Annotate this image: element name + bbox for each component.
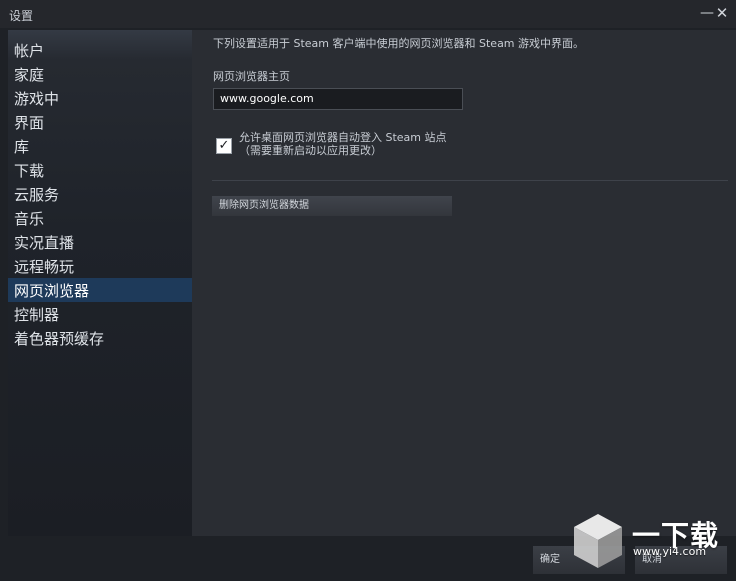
- sidebar-item-label: 音乐: [14, 210, 45, 228]
- sidebar-item-label: 游戏中: [14, 90, 60, 108]
- ok-button[interactable]: 确定: [533, 546, 625, 574]
- sidebar-item-label: 着色器预缓存: [14, 330, 105, 348]
- auto-login-label: 允许桌面网页浏览器自动登入 Steam 站点 （需要重新启动以应用更改）: [239, 131, 447, 157]
- checkmark-icon: ✓: [218, 138, 230, 153]
- sidebar-item-label: 云服务: [14, 186, 60, 204]
- sidebar-item-label: 实况直播: [14, 234, 75, 252]
- auto-login-label-line2: （需要重新启动以应用更改）: [239, 144, 382, 157]
- minimize-button[interactable]: —: [699, 4, 715, 22]
- settings-content: 下列设置适用于 Steam 客户端中使用的网页浏览器和 Steam 游戏中界面。…: [192, 30, 736, 536]
- homepage-label: 网页浏览器主页: [213, 70, 290, 83]
- sidebar-item-remote-play[interactable]: 远程畅玩: [8, 254, 192, 278]
- auto-login-label-line1: 允许桌面网页浏览器自动登入 Steam 站点: [239, 131, 447, 144]
- settings-window: 设置 — ✕ 帐户 家庭 游戏中 界面 库 下载 云服务 音乐 实况直播 远程畅…: [0, 0, 736, 581]
- sidebar-item-in-game[interactable]: 游戏中: [8, 86, 192, 110]
- title-bar[interactable]: 设置 — ✕: [0, 0, 736, 28]
- window-title: 设置: [9, 9, 34, 23]
- sidebar-item-music[interactable]: 音乐: [8, 206, 192, 230]
- sidebar-item-library[interactable]: 库: [8, 134, 192, 158]
- sidebar-item-controller[interactable]: 控制器: [8, 302, 192, 326]
- homepage-input[interactable]: www.google.com: [213, 88, 463, 110]
- sidebar-item-broadcasting[interactable]: 实况直播: [8, 230, 192, 254]
- sidebar-item-web-browser[interactable]: 网页浏览器: [8, 278, 192, 302]
- sidebar-item-label: 界面: [14, 114, 45, 132]
- sidebar-item-label: 网页浏览器: [14, 282, 90, 300]
- auto-login-checkbox[interactable]: ✓: [216, 138, 232, 154]
- sidebar-item-label: 下载: [14, 162, 45, 180]
- sidebar-item-shader-precache[interactable]: 着色器预缓存: [8, 326, 192, 350]
- section-divider: [212, 180, 728, 181]
- sidebar-item-label: 家庭: [14, 66, 45, 84]
- sidebar-item-label: 远程畅玩: [14, 258, 75, 276]
- sidebar-item-downloads[interactable]: 下载: [8, 158, 192, 182]
- sidebar-item-cloud[interactable]: 云服务: [8, 182, 192, 206]
- cancel-button[interactable]: 取消: [635, 546, 727, 574]
- sidebar-item-account[interactable]: 帐户: [8, 38, 192, 62]
- close-button[interactable]: ✕: [714, 4, 730, 22]
- sidebar-item-label: 库: [14, 138, 30, 156]
- sidebar-item-interface[interactable]: 界面: [8, 110, 192, 134]
- section-description: 下列设置适用于 Steam 客户端中使用的网页浏览器和 Steam 游戏中界面。: [213, 37, 585, 50]
- settings-sidebar: 帐户 家庭 游戏中 界面 库 下载 云服务 音乐 实况直播 远程畅玩 网页浏览器…: [8, 30, 192, 536]
- sidebar-item-label: 控制器: [14, 306, 60, 324]
- sidebar-item-label: 帐户: [14, 42, 45, 60]
- sidebar-item-family[interactable]: 家庭: [8, 62, 192, 86]
- clear-browser-data-button[interactable]: 删除网页浏览器数据: [212, 196, 452, 216]
